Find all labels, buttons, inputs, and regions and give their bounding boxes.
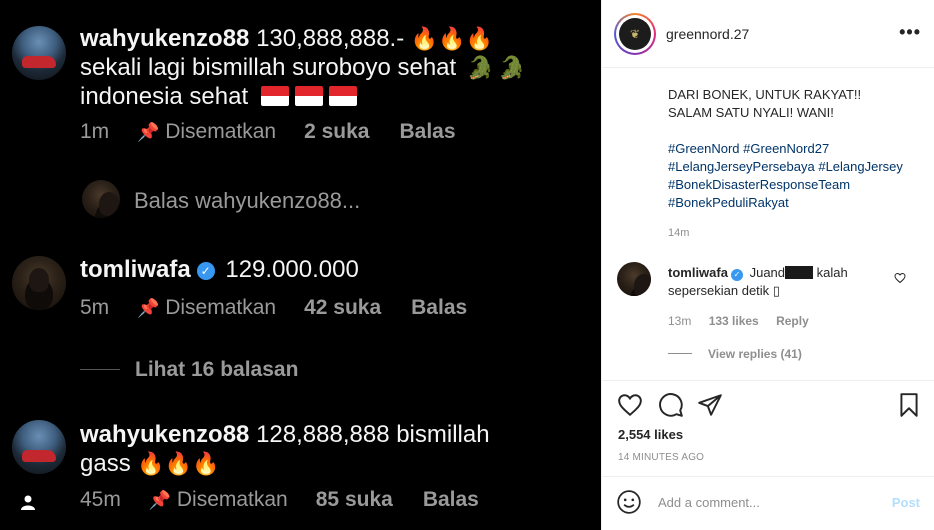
view-replies-divider [668, 353, 692, 354]
more-icon[interactable]: ••• [899, 22, 921, 43]
comment-1-username[interactable]: wahyukenzo88 [80, 25, 249, 52]
indonesia-flag-icon [328, 86, 357, 106]
comment-2-bid: 129.000.000 [225, 256, 359, 283]
bookmark-icon[interactable] [896, 392, 922, 418]
comment-1-line2: sekali lagi bismillah suroboyo sehat [80, 54, 457, 81]
comment-meta: 13m 133 likes Reply [668, 314, 823, 328]
comment-3-reply-button[interactable]: Balas [423, 488, 479, 512]
desktop-post-panel: ❦ greennord.27 ••• DARI BONEK, UNTUK RAK… [601, 0, 934, 530]
posted-time: 14 MINUTES AGO [618, 452, 705, 463]
pin-icon: 📌 [148, 490, 172, 510]
view-replies-button[interactable]: View replies (41) [708, 347, 802, 361]
caption: DARI BONEK, UNTUK RAKYAT!! SALAM SATU NY… [668, 86, 923, 212]
comment-3-meta: 45m 📌 Disematkan 85 suka Balas [80, 488, 479, 512]
comment-box-divider [602, 476, 934, 477]
story-ring[interactable]: ❦ [614, 13, 656, 55]
comment-part-b: kalah [816, 265, 848, 280]
verified-icon: ✓ [730, 269, 743, 281]
caption-time: 14m [668, 227, 690, 239]
comment-2-time: 5m [80, 296, 110, 319]
comment-2-reply-button[interactable]: Balas [411, 296, 467, 320]
comment-3-line1: 128,888,888 bismillah [256, 421, 490, 448]
comment-3-likes[interactable]: 85 suka [316, 488, 393, 512]
comment-2-likes[interactable]: 42 suka [304, 296, 381, 320]
actions-divider [602, 380, 934, 381]
crocodile-icon: 🐊 [466, 55, 495, 80]
comment-3-line2: gass [80, 450, 131, 477]
comment-1-bid: 130,888,888.- [256, 25, 405, 52]
avatar-wahyukenzo88-2[interactable] [12, 420, 66, 474]
avatar-tomliwafa[interactable] [12, 256, 66, 310]
flame-icon: 🔥 [438, 26, 466, 51]
header-username[interactable]: greennord.27 [666, 26, 749, 42]
post-button[interactable]: Post [892, 495, 920, 510]
flame-icon: 🔥 [164, 451, 193, 476]
comment-2-text: tomliwafa ✓ 129.000.000 [80, 255, 359, 284]
post-header: ❦ greennord.27 ••• [602, 0, 934, 68]
comment-likes[interactable]: 133 likes [709, 314, 759, 328]
comment-3-pinned: Disematkan [176, 488, 288, 511]
comment-avatar-tomliwafa[interactable] [617, 262, 651, 296]
comment-1-reply-button[interactable]: Balas [399, 120, 455, 144]
comment-text: tomliwafa ✓ Juand kalah sepersekian detik… [668, 264, 893, 300]
person-icon[interactable] [20, 494, 36, 510]
crocodile-icon: 🐊 [498, 55, 526, 80]
flame-icon: 🔥 [192, 451, 220, 476]
hashtag[interactable]: #BonekDisasterResponseTeam [668, 177, 850, 192]
comment-1-likes[interactable]: 2 suka [304, 120, 369, 144]
reply-prompt-text: Balas wahyukenzo88... [134, 188, 361, 213]
comment-reply-button[interactable]: Reply [776, 314, 809, 328]
flame-icon: 🔥 [410, 26, 439, 51]
flame-icon: 🔥 [137, 451, 165, 476]
comment-1-line3: indonesia sehat [80, 83, 249, 110]
comment-3-text: wahyukenzo88 128,888,888 bismillah gass … [80, 420, 490, 478]
comment-2-pinned: Disematkan [165, 296, 277, 319]
comment-time: 13m [668, 314, 692, 328]
comment-1-pinned: Disematkan [165, 120, 277, 143]
redaction-mark [785, 266, 814, 279]
view-replies-button[interactable]: Lihat 16 balasan [135, 358, 298, 382]
caption-line-2: SALAM SATU NYALI! WANI! [668, 105, 834, 120]
comment-2-username[interactable]: tomliwafa [80, 256, 191, 283]
flame-icon: 🔥 [465, 26, 494, 51]
comment-1-text: wahyukenzo88 130,888,888.- 🔥🔥🔥 sekali la… [80, 24, 526, 111]
comment-emoji: ▯ [772, 283, 780, 298]
hashtag[interactable]: #GreenNord [668, 141, 740, 156]
mobile-comments-panel: wahyukenzo88 130,888,888.- 🔥🔥🔥 sekali la… [0, 0, 601, 530]
comment-username[interactable]: tomliwafa [668, 265, 728, 280]
verified-icon: ✓ [196, 262, 215, 280]
heart-icon[interactable] [894, 272, 906, 284]
greennord-logo-avatar: ❦ [619, 18, 651, 50]
indonesia-flag-icon [294, 86, 323, 106]
replies-divider [80, 369, 120, 370]
comment-icon[interactable] [658, 392, 684, 418]
comment-1-time: 1m [80, 120, 110, 143]
comment-3-username[interactable]: wahyukenzo88 [80, 421, 249, 448]
avatar-wahyukenzo88[interactable] [12, 26, 66, 80]
comment-2-meta: 5m 📌 Disematkan 42 suka Balas [80, 296, 467, 320]
comment-1-meta: 1m 📌 Disematkan 2 suka Balas [80, 120, 456, 144]
reply-avatar [82, 180, 120, 218]
add-comment-input[interactable]: Add a comment... [658, 495, 760, 510]
hashtag[interactable]: #GreenNord27 [743, 141, 829, 156]
pin-icon: 📌 [137, 298, 160, 318]
comment-part-c: sepersekian detik [668, 283, 770, 298]
comment-3-time: 45m [80, 488, 121, 511]
indonesia-flag-icon [260, 86, 289, 106]
hashtag[interactable]: #BonekPeduliRakyat [668, 195, 789, 210]
comment-part-a: Juand [749, 265, 786, 280]
view-replies-text: Lihat 16 balasan [135, 358, 299, 381]
caption-line-1: DARI BONEK, UNTUK RAKYAT!! [668, 87, 862, 102]
smile-icon[interactable] [616, 489, 642, 515]
share-icon[interactable] [697, 392, 723, 418]
likes-count[interactable]: 2,554 likes [618, 427, 683, 442]
hashtag[interactable]: #LelangJerseyPersebaya [668, 159, 815, 174]
pin-icon: 📌 [137, 122, 160, 142]
like-heart-icon[interactable] [617, 392, 643, 418]
hashtag[interactable]: #LelangJersey [818, 159, 903, 174]
reply-prompt[interactable]: Balas wahyukenzo88... [134, 188, 360, 214]
